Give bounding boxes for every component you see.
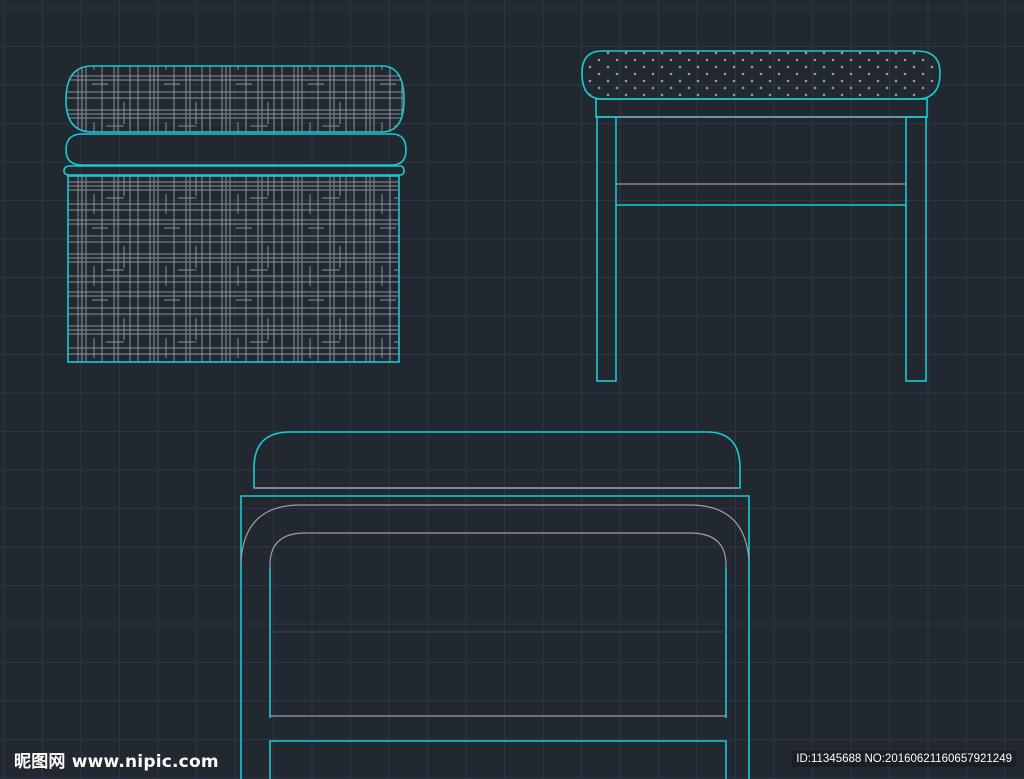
- front-view-seat-frame: [595, 98, 928, 118]
- nipic-watermark-logo: 昵图网 www.nipic.com: [14, 752, 219, 772]
- plan-view-seat-cushion: [253, 431, 741, 489]
- plan-view-rail-inner: [269, 532, 727, 570]
- side-view-thin-band: [63, 165, 405, 176]
- side-view-cushion-top: [65, 65, 405, 133]
- side-view-base-block: [67, 175, 400, 363]
- front-view-seat-cushion: [581, 50, 941, 100]
- side-view-roll-band: [65, 133, 407, 166]
- stool-front-elevation: [581, 50, 941, 382]
- front-view-left-leg: [596, 116, 617, 382]
- cad-drawing-canvas: [0, 0, 1024, 779]
- stool-side-view-hatched: [63, 65, 407, 363]
- stool-top-plan-view: [240, 431, 750, 779]
- nipic-watermark-id: ID:11345688 NO:20160621160657921249: [792, 751, 1016, 767]
- plan-view-frame-outer: [240, 495, 750, 779]
- front-view-right-leg: [905, 116, 927, 382]
- plan-view-lower-box: [269, 740, 727, 779]
